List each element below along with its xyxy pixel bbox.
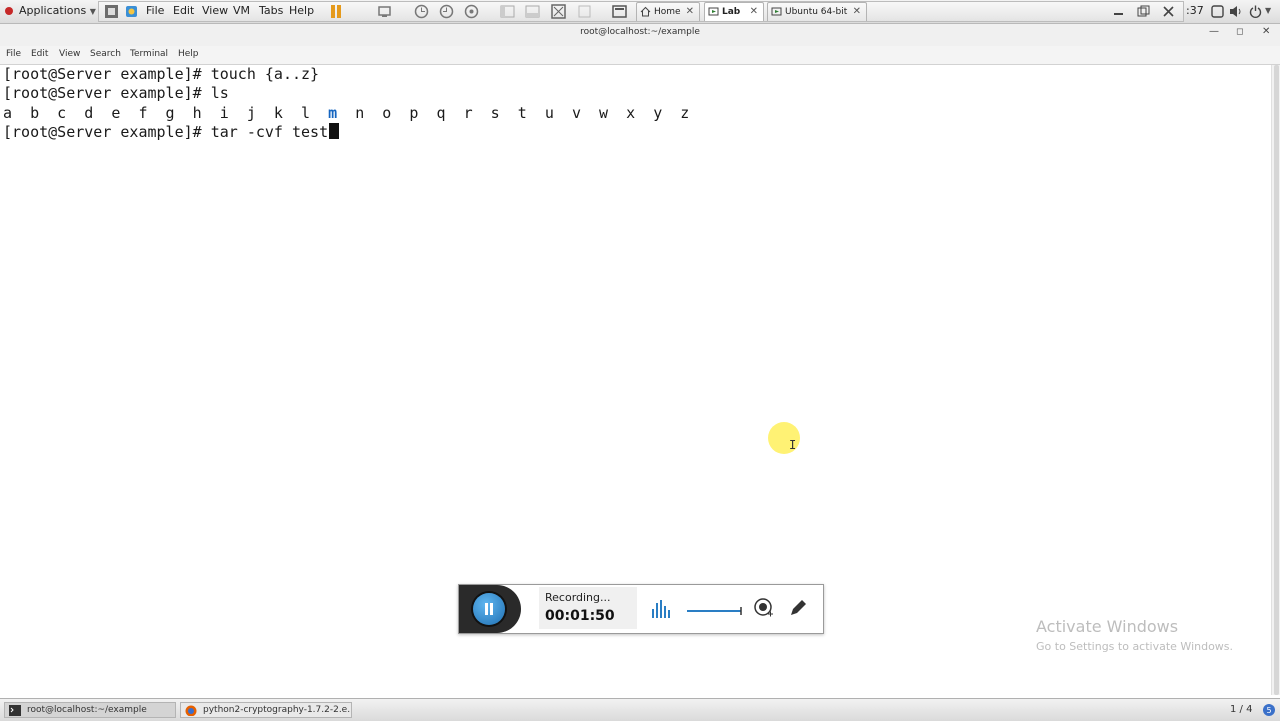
recording-timer: 00:01:50 [545,608,615,624]
pencil-icon[interactable] [787,597,809,619]
power-icon[interactable] [1249,4,1264,19]
terminal-input-line: [root@Server example]# tar -cvf test [3,123,340,142]
vm-menu-vm[interactable]: VM [233,0,250,23]
menu-help[interactable]: Help [178,46,199,63]
vm-tab-lab[interactable]: Lab ✕ [704,2,764,21]
recorder-pause-area [459,585,521,633]
gnome-foot-icon [5,7,13,15]
fullscreen-icon[interactable] [551,4,566,19]
task-browser[interactable]: python2-cryptography-1.7.2-2.e... [180,702,352,718]
vm-menu-help[interactable]: Help [289,0,314,23]
terminal-line: [root@Server example]# touch {a..z} [3,65,320,83]
menu-file[interactable]: File [6,46,21,63]
restore-icon[interactable] [1136,4,1151,19]
terminal-line: a b c d e f g h i j k l m n o p q r s t … [3,104,690,122]
close-icon[interactable]: ✕ [750,3,758,21]
ibeam-cursor-icon: I [789,438,797,452]
thumbnail-bar-icon[interactable] [525,4,540,19]
revert-snapshot-icon[interactable] [439,4,454,19]
close-icon[interactable]: ✕ [853,3,861,21]
taskbar: root@localhost:~/example python2-cryptog… [0,698,1280,721]
task-terminal-label: root@localhost:~/example [27,705,147,715]
pause-icon[interactable] [473,593,505,625]
screen-recorder-panel: Recording... 00:01:50 [458,584,824,634]
svg-text:5: 5 [1266,706,1271,715]
ls-entry-m: m [328,104,338,122]
vm-menu-view[interactable]: View [202,0,228,23]
task-browser-label: python2-cryptography-1.7.2-2.e... [203,705,352,715]
vm-tab-ubuntu[interactable]: Ubuntu 64-bit ✕ [767,2,867,21]
watermark-subtitle: Go to Settings to activate Windows. [1036,640,1234,653]
vm-tab-home[interactable]: Home ✕ [636,2,700,21]
terminal-menubar: File Edit View Search Terminal Help [0,46,1280,65]
close-icon[interactable]: ✕ [686,3,694,21]
applications-label: Applications [19,4,87,17]
menu-terminal[interactable]: Terminal [130,46,168,63]
volume-slider[interactable] [687,607,743,615]
workspace-pager[interactable]: 1 / 4 [1230,702,1252,718]
top-bar: Applications ▼ File Edit View VM Tabs He… [0,0,1280,24]
vm-tab-ubuntu-label: Ubuntu 64-bit [785,7,848,17]
snapshot-icon[interactable] [414,4,429,19]
terminal-icon [9,705,21,716]
terminal-scrollbar[interactable] [1271,65,1280,695]
watermark-title: Activate Windows [1036,617,1179,636]
window-titlebar: root@localhost:~/example — ◻ ✕ [0,24,1280,46]
vm-library-icon[interactable] [124,4,139,19]
text-cursor [329,123,340,139]
pause-vm-icon[interactable] [329,4,344,19]
activation-watermark: Activate Windows Go to Settings to activ… [1036,617,1233,653]
recorder-info: Recording... 00:01:50 [539,587,637,629]
vm-icon [708,7,719,16]
vm-menu-file[interactable]: File [146,0,164,23]
scrollbar-thumb[interactable] [1274,65,1279,695]
close-window-icon[interactable] [1161,4,1176,19]
unity-icon[interactable] [577,4,592,19]
vmware-logo-icon[interactable] [104,4,119,19]
minimize-icon[interactable] [1111,4,1126,19]
menu-search[interactable]: Search [90,46,121,63]
notification-icon[interactable]: 5 [1262,703,1276,717]
home-icon [640,6,651,17]
vm-tab-lab-label: Lab [722,7,741,17]
minimize-icon[interactable]: — [1209,24,1219,40]
vm-tab-home-label: Home [654,7,681,17]
maximize-icon[interactable]: ◻ [1236,24,1243,40]
snapshot-manager-icon[interactable] [464,4,479,19]
volume-icon[interactable] [1229,4,1244,19]
applications-menu[interactable]: Applications ▼ [4,0,96,23]
menu-view[interactable]: View [59,46,80,63]
chevron-down-icon: ▼ [89,7,96,16]
console-view-icon[interactable] [612,4,627,19]
screen-icon[interactable] [1211,4,1226,19]
send-ctrl-alt-del-icon[interactable] [377,4,392,19]
audio-level-icon[interactable] [651,599,671,619]
webcam-icon[interactable] [753,597,775,619]
close-icon[interactable]: ✕ [1262,24,1270,40]
vm-icon [771,7,782,16]
window-title: root@localhost:~/example [580,27,700,37]
show-sidebar-icon[interactable] [500,4,515,19]
terminal-line: [root@Server example]# ls [3,84,229,102]
recording-status: Recording... [545,591,611,604]
vm-menu-edit[interactable]: Edit [173,0,194,23]
task-terminal[interactable]: root@localhost:~/example [4,702,176,718]
clock[interactable]: :37 [1186,0,1204,23]
system-menu-chevron-icon[interactable]: ▼ [1265,0,1271,23]
firefox-icon [185,705,197,716]
terminal-command: [root@Server example]# tar -cvf test [3,123,329,141]
vm-menu-tabs[interactable]: Tabs [259,0,283,23]
menu-edit[interactable]: Edit [31,46,48,63]
